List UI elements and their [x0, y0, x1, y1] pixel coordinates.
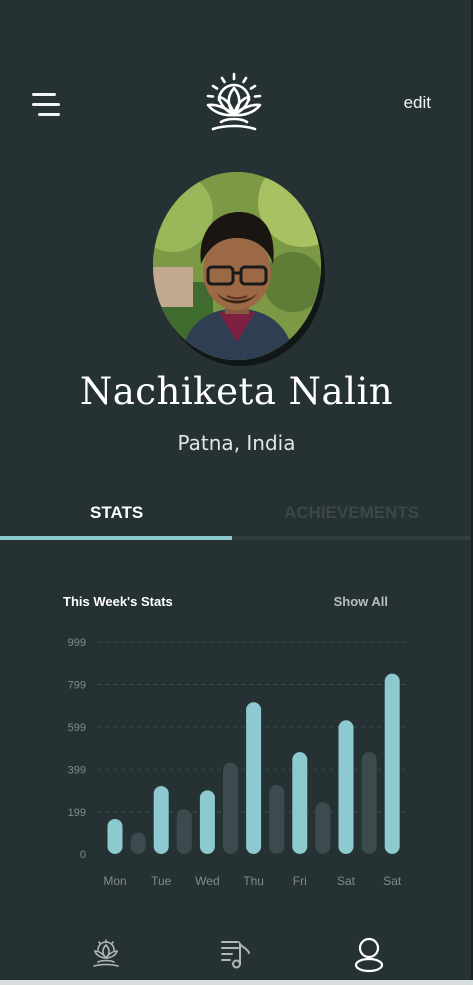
y-tick-label: 199 [68, 807, 86, 819]
hamburger-menu-icon[interactable] [32, 92, 62, 118]
music-playlist-icon [221, 941, 250, 969]
show-all-button[interactable]: Show All [334, 594, 388, 609]
chart-bar[interactable] [338, 720, 354, 854]
tab-active-indicator [0, 536, 232, 540]
chart-bar[interactable] [153, 786, 169, 854]
x-tick-label: Thu [243, 874, 264, 888]
y-tick-label: 599 [68, 722, 86, 734]
chart-bar[interactable] [246, 702, 262, 854]
chart-bar[interactable] [107, 818, 123, 854]
tab-stats[interactable]: STATS [90, 503, 143, 523]
tab-achievements[interactable]: ACHIEVEMENTS [284, 503, 419, 523]
chart-bar[interactable] [176, 809, 192, 854]
nav-item-meditate[interactable] [81, 930, 131, 980]
meditation-lotus-icon [93, 939, 119, 967]
chart-bar[interactable] [361, 752, 377, 854]
y-tick-label: 0 [80, 849, 86, 861]
x-tick-label: Tue [151, 874, 172, 888]
y-tick-label: 999 [68, 637, 86, 649]
chart-bar[interactable] [199, 790, 215, 854]
stats-title: This Week's Stats [63, 594, 173, 609]
profile-user-icon [354, 937, 384, 973]
user-location: Patna, India [177, 431, 296, 455]
x-tick-label: Sat [383, 874, 402, 888]
x-tick-label: Sat [337, 874, 356, 888]
x-tick-label: Wed [195, 874, 219, 888]
bottom-nav [0, 930, 473, 985]
chart-bar[interactable] [384, 673, 400, 854]
y-tick-label: 799 [68, 679, 86, 691]
chart-bar[interactable] [315, 802, 331, 854]
chart-bar[interactable] [223, 762, 238, 854]
chart-bar[interactable] [130, 832, 146, 854]
nav-item-music[interactable] [210, 930, 260, 980]
x-tick-label: Mon [103, 874, 126, 888]
user-name: Nachiketa Nalin [79, 370, 394, 413]
weekly-stats-chart: 0 199 399 599 799 999 Mon Tue Wed Thu Fri Sat Sat [68, 637, 405, 888]
nav-item-profile[interactable] [344, 930, 394, 980]
chart-bar[interactable] [292, 752, 308, 854]
profile-screen: edit Nachiketa Nalin Patna, India STATS … [0, 0, 473, 985]
lotus-sun-logo-icon [206, 72, 262, 131]
y-tick-label: 399 [68, 764, 86, 776]
edit-profile-link[interactable]: edit [404, 93, 431, 113]
avatar[interactable] [153, 172, 321, 360]
bottom-strip [0, 980, 473, 985]
x-tick-label: Fri [293, 874, 307, 888]
chart-bar[interactable] [269, 785, 285, 854]
profile-photo [153, 172, 321, 360]
